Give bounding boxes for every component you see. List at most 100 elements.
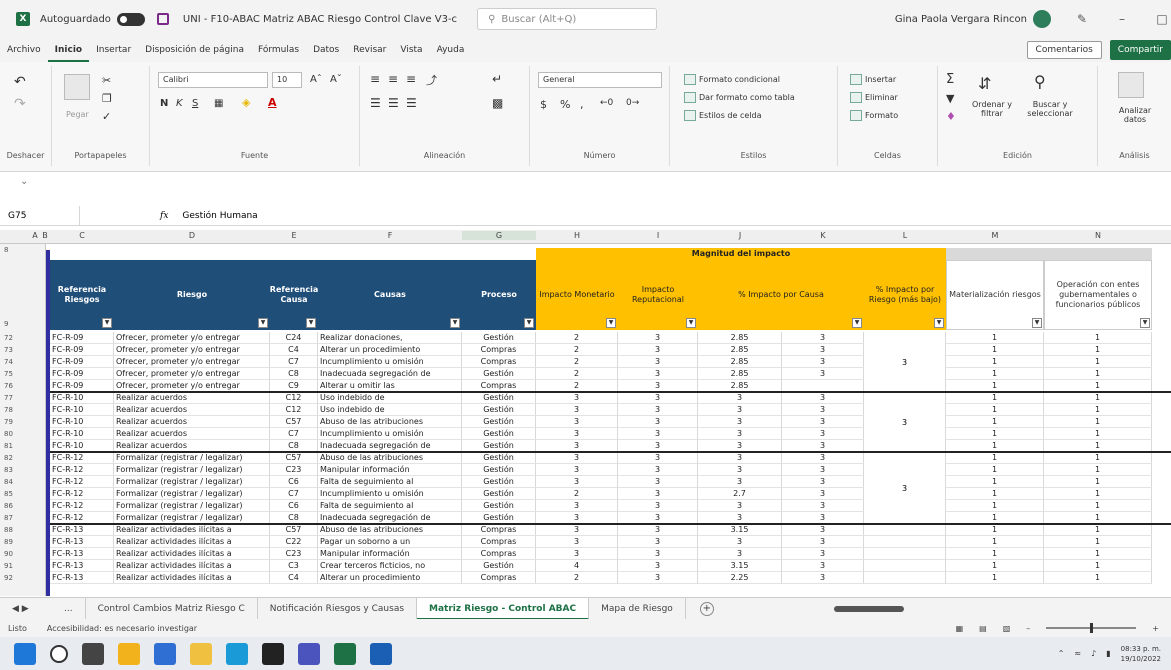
table-cell[interactable]: Gestión	[462, 404, 536, 416]
table-cell[interactable]: Gestión	[462, 560, 536, 572]
table-cell[interactable]: 3	[536, 548, 618, 560]
row-number[interactable]: 89	[4, 538, 13, 546]
clock[interactable]: 08:33 p. m. 19/10/2022	[1121, 644, 1161, 664]
sheet-tab-ellipsis[interactable]: ...	[52, 597, 86, 620]
table-cell[interactable]: 3	[536, 500, 618, 512]
tab-datos[interactable]: Datos	[306, 38, 346, 62]
table-cell[interactable]: 1	[946, 368, 1044, 380]
table-cell[interactable]: 3	[618, 464, 698, 476]
table-cell[interactable]: FC-R-13	[50, 536, 114, 548]
table-cell[interactable]: 3	[618, 560, 698, 572]
table-cell[interactable]: Crear terceros ficticios, no	[318, 560, 462, 572]
excel-taskbar-icon[interactable]	[334, 642, 356, 665]
filter-dropdown[interactable]: ▼	[686, 318, 696, 328]
table-cell[interactable]: Gestión	[462, 500, 536, 512]
align-middle-icon[interactable]: ≡	[388, 72, 398, 86]
table-cell[interactable]: C23	[270, 548, 318, 560]
page-break-icon[interactable]: ▧	[1003, 624, 1011, 633]
table-cell[interactable]: 3	[698, 392, 782, 404]
table-row[interactable]: FC-R-13 Realizar actividades ilícitas a C3…	[50, 560, 1152, 572]
row-number[interactable]: 84	[4, 478, 13, 486]
table-cell[interactable]: FC-R-12	[50, 476, 114, 488]
filter-dropdown[interactable]: ▼	[258, 318, 268, 328]
table-cell[interactable]: 3	[618, 488, 698, 500]
table-cell[interactable]: 3	[782, 488, 864, 500]
table-cell[interactable]: FC-R-09	[50, 356, 114, 368]
column-header[interactable]: M	[946, 231, 1044, 240]
table-cell[interactable]: 3	[698, 404, 782, 416]
table-cell[interactable]: 3	[698, 464, 782, 476]
chat-icon[interactable]	[154, 642, 176, 665]
row-number[interactable]: 86	[4, 502, 13, 510]
table-cell[interactable]: C57	[270, 416, 318, 428]
normal-view-icon[interactable]: ▦	[956, 624, 964, 633]
row-number[interactable]: 81	[4, 442, 13, 450]
table-cell[interactable]: Realizar acuerdos	[114, 416, 270, 428]
table-cell[interactable]: 1	[946, 488, 1044, 500]
windows-start-icon[interactable]	[14, 642, 36, 665]
row-number[interactable]: 85	[4, 490, 13, 498]
table-cell[interactable]: C4	[270, 572, 318, 584]
table-cell[interactable]: 1	[946, 404, 1044, 416]
table-cell[interactable]: 3	[782, 548, 864, 560]
table-cell[interactable]: 1	[1044, 344, 1152, 356]
align-right-icon[interactable]: ☰	[406, 96, 417, 110]
table-cell[interactable]: C8	[270, 368, 318, 380]
table-cell[interactable]: 2.85	[698, 332, 782, 344]
table-cell[interactable]: 3	[782, 572, 864, 584]
column-header[interactable]: K	[782, 231, 864, 240]
undo-icon[interactable]: ↶	[14, 74, 26, 90]
table-cell[interactable]: FC-R-10	[50, 416, 114, 428]
table-cell[interactable]: 3	[618, 428, 698, 440]
page-layout-icon[interactable]: ▤	[979, 624, 987, 633]
table-cell[interactable]: 1	[1044, 500, 1152, 512]
row-number[interactable]: 90	[4, 550, 13, 558]
table-cell[interactable]: Compras	[462, 572, 536, 584]
bold-icon[interactable]: N	[160, 98, 168, 109]
avatar[interactable]	[1033, 10, 1051, 28]
table-cell[interactable]: Gestión	[462, 416, 536, 428]
edge-icon[interactable]	[226, 642, 248, 665]
table-cell[interactable]: 3	[536, 464, 618, 476]
borders-icon[interactable]: ▦	[214, 98, 223, 109]
table-row[interactable]: FC-R-12 Formalizar (registrar / legalizar…	[50, 488, 1152, 500]
delete-cells-button[interactable]: Eliminar	[850, 92, 898, 103]
table-row[interactable]: FC-R-12 Formalizar (registrar / legalizar…	[50, 452, 1152, 464]
row-number[interactable]: 92	[4, 574, 13, 582]
table-cell[interactable]: 3	[618, 536, 698, 548]
filter-dropdown[interactable]: ▼	[934, 318, 944, 328]
table-row[interactable]: FC-R-12 Formalizar (registrar / legalizar…	[50, 500, 1152, 512]
table-cell[interactable]: 4	[536, 560, 618, 572]
table-cell[interactable]: 2	[536, 356, 618, 368]
table-cell[interactable]: 3	[782, 500, 864, 512]
format-cells-button[interactable]: Formato	[850, 110, 898, 121]
table-cell[interactable]: 1	[946, 416, 1044, 428]
table-cell[interactable]: 3	[782, 428, 864, 440]
share-button[interactable]: Compartir	[1109, 40, 1171, 60]
table-cell[interactable]: FC-R-13	[50, 548, 114, 560]
zoom-in-icon[interactable]: +	[1152, 624, 1159, 633]
table-cell[interactable]: 1	[946, 332, 1044, 344]
sheet-tab[interactable]: Mapa de Riesgo	[589, 597, 686, 620]
table-row[interactable]: FC-R-09 Ofrecer, prometer y/o entregar C4 A…	[50, 344, 1152, 356]
shrink-font-icon[interactable]: Aˇ	[330, 74, 342, 85]
table-cell[interactable]: 3.15	[698, 560, 782, 572]
table-cell[interactable]: 3	[782, 368, 864, 380]
table-cell[interactable]: Abuso de las atribuciones	[318, 416, 462, 428]
table-cell[interactable]: 3	[782, 344, 864, 356]
table-cell[interactable]: 3	[618, 344, 698, 356]
table-cell[interactable]: 3	[782, 452, 864, 464]
table-cell[interactable]: 3	[782, 476, 864, 488]
table-cell[interactable]: 3	[618, 452, 698, 464]
tab-vista[interactable]: Vista	[393, 38, 429, 62]
table-cell[interactable]: C12	[270, 392, 318, 404]
filter-dropdown[interactable]: ▼	[852, 318, 862, 328]
table-cell[interactable]: 3.15	[698, 524, 782, 536]
table-cell[interactable]: Gestión	[462, 464, 536, 476]
table-cell[interactable]: 3	[618, 332, 698, 344]
table-row[interactable]: FC-R-13 Realizar actividades ilícitas a C2…	[50, 536, 1152, 548]
filter-dropdown[interactable]: ▼	[1140, 318, 1150, 328]
tab-revisar[interactable]: Revisar	[346, 38, 393, 62]
insert-cells-button[interactable]: Insertar	[850, 74, 896, 85]
column-header[interactable]: C	[50, 231, 114, 240]
